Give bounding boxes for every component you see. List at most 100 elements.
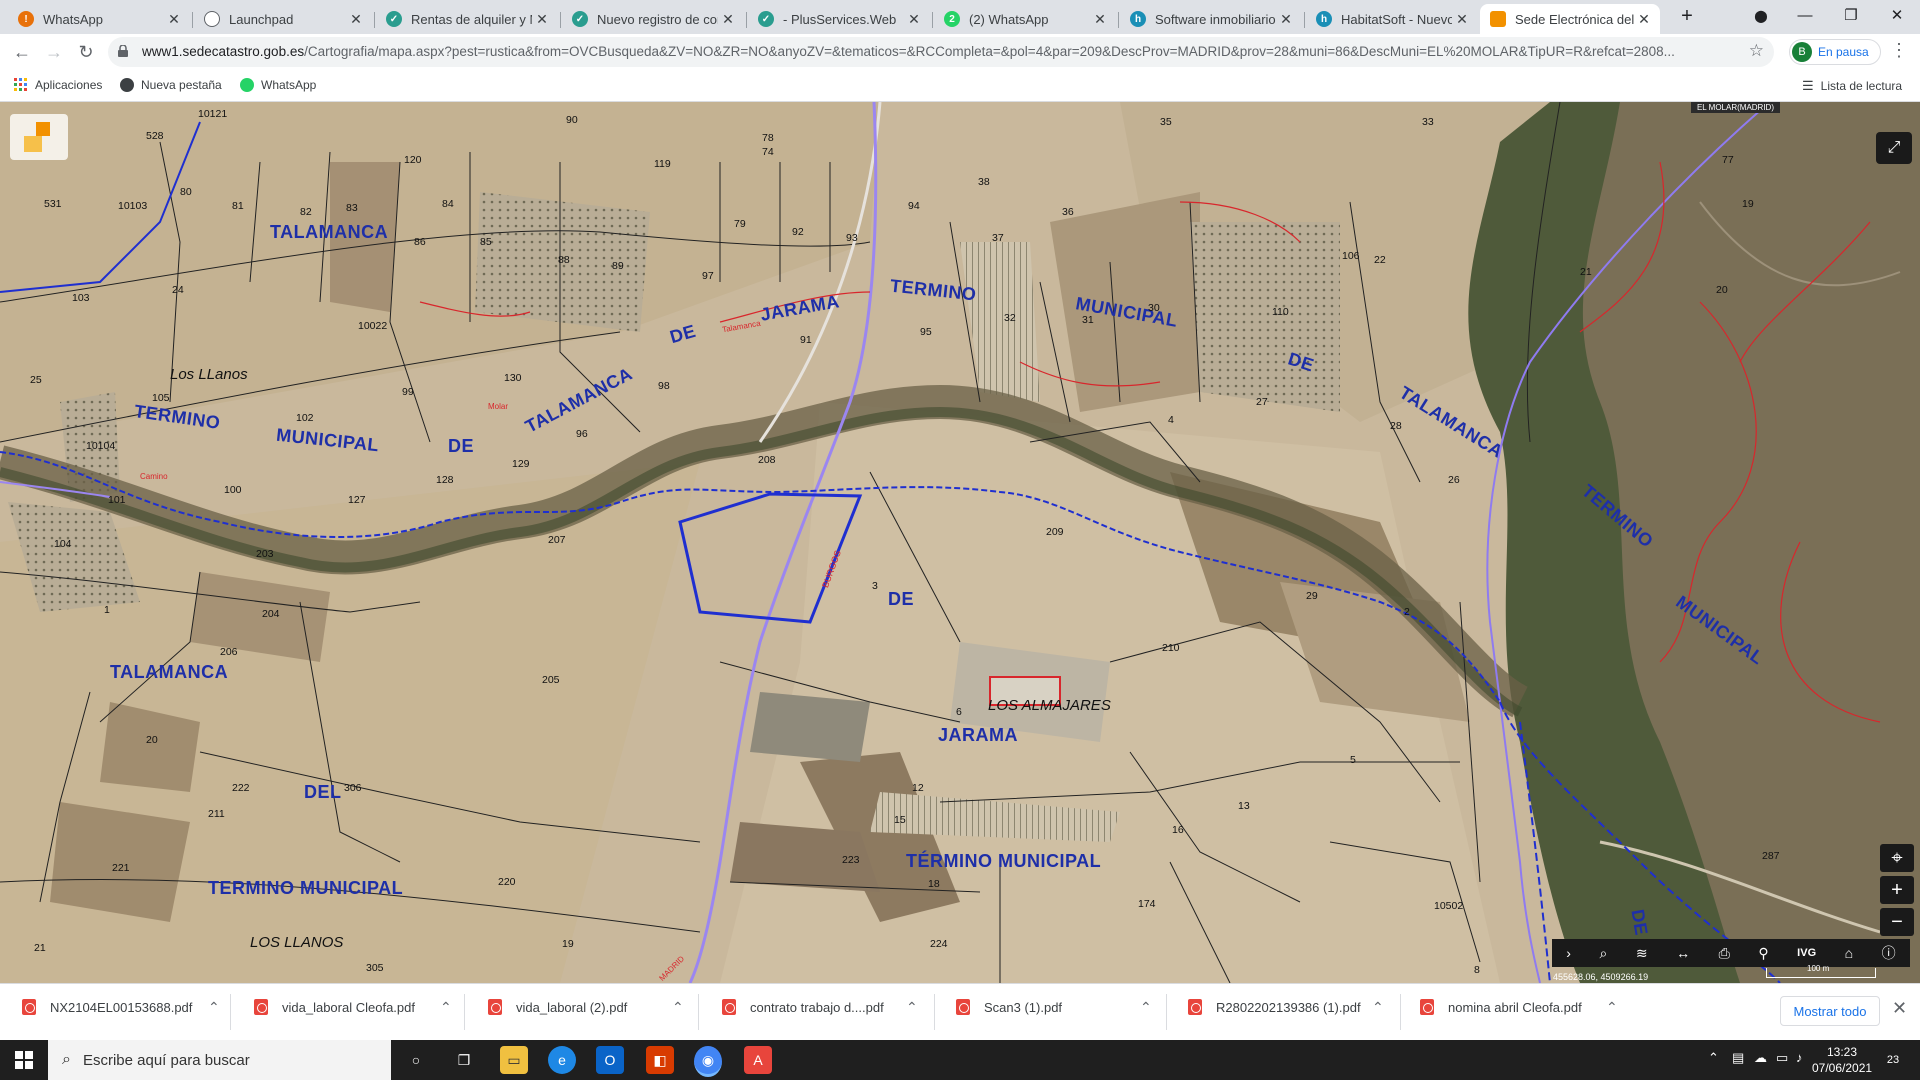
taskbar-search[interactable]: ⌕ Escribe aquí para buscar (48, 1040, 391, 1080)
close-tab-icon[interactable]: ✕ (1452, 11, 1472, 28)
minimize-button[interactable]: — (1782, 0, 1828, 34)
globe-icon (120, 78, 134, 92)
tab-habitatsoft[interactable]: h HabitatSoft - Nuevo in ✕ (1306, 4, 1478, 34)
habitatsoft-icon: h (1316, 11, 1332, 27)
tab-plusservices[interactable]: ✓ - PlusServices.Web ✕ (748, 4, 930, 34)
tab-whatsapp[interactable]: ! WhatsApp ✕ (8, 4, 190, 34)
ivg-icon[interactable]: IVG (1797, 947, 1816, 959)
volume-icon[interactable]: ♪ (1796, 1050, 1803, 1065)
forward-icon[interactable]: → (40, 38, 68, 66)
bookmark-label: WhatsApp (261, 78, 317, 92)
close-shelf-icon[interactable]: ✕ (1892, 998, 1907, 1019)
download-item[interactable]: vida_laboral (2).pdf ⌃ (488, 999, 684, 1015)
download-item[interactable]: contrato trabajo d....pdf ⌃ (722, 999, 918, 1015)
network-tray-icon[interactable]: ▤ (1732, 1050, 1744, 1066)
tab-software-inmobiliario[interactable]: h Software inmobiliario ✕ (1120, 4, 1302, 34)
close-tab-icon[interactable]: ✕ (718, 11, 738, 28)
display-tray-icon[interactable]: ▭ (1776, 1050, 1788, 1066)
download-item[interactable]: NX2104EL00153688.pdf ⌃ (22, 999, 220, 1015)
zoom-out-button[interactable]: − (1880, 908, 1914, 936)
outlook-icon[interactable]: O (596, 1046, 624, 1074)
locate-icon[interactable]: ⌖ (1880, 844, 1914, 872)
restore-button[interactable]: ❐ (1828, 0, 1874, 34)
cadastre-icon[interactable]: ⌂ (1845, 945, 1853, 961)
tab-separator (932, 12, 933, 28)
back-icon[interactable]: ← (8, 38, 36, 66)
windows-start-icon[interactable] (0, 1040, 48, 1080)
file-explorer-icon[interactable]: ▭ (500, 1046, 528, 1074)
region-label: EL MOLAR(MADRID) (1690, 102, 1780, 113)
zoom-icon[interactable]: ⌕ (1599, 945, 1607, 962)
chevron-up-icon[interactable]: ⌃ (1140, 999, 1152, 1016)
chevron-up-icon[interactable]: ⌃ (906, 999, 918, 1016)
cortana-icon[interactable]: ○ (402, 1046, 430, 1074)
tab-rentas[interactable]: ✓ Rentas de alquiler y M ✕ (376, 4, 558, 34)
streetview-icon[interactable]: ⚲ (1758, 945, 1768, 962)
reading-list[interactable]: ☰ Lista de lectura (1802, 78, 1902, 94)
address-bar[interactable]: www1.sedecatastro.gob.es/Cartografia/map… (108, 37, 1774, 67)
download-item[interactable]: Scan3 (1).pdf ⌃ (956, 999, 1152, 1015)
bookmark-apps[interactable]: Aplicaciones (14, 78, 102, 92)
acrobat-icon[interactable]: A (744, 1046, 772, 1074)
chevron-up-icon[interactable]: ⌃ (672, 999, 684, 1016)
bookmark-star-icon[interactable]: ☆ (1749, 41, 1764, 61)
tray-chevron-icon[interactable]: ⌃ (1708, 1050, 1719, 1066)
cadastral-map[interactable]: EL MOLAR(MADRID) ⤢ TALAMANCA DE JARAMA T… (0, 102, 1920, 983)
profile-button[interactable]: B En pausa (1789, 39, 1881, 65)
edge-icon[interactable]: e (548, 1046, 576, 1074)
close-tab-icon[interactable]: ✕ (1090, 11, 1110, 28)
reload-icon[interactable]: ↻ (72, 38, 100, 66)
catastro-logo[interactable] (10, 114, 68, 160)
tab-search-icon[interactable]: ⬤ (1738, 0, 1784, 34)
onedrive-icon[interactable]: ☁ (1754, 1050, 1767, 1066)
bookmark-new-tab[interactable]: Nueva pestaña (120, 78, 222, 92)
info-icon[interactable]: ⓘ (1882, 943, 1896, 963)
print-icon[interactable]: ⎙ (1719, 945, 1730, 962)
tab-label: Software inmobiliario (1155, 11, 1276, 27)
tab-launchpad[interactable]: Launchpad ✕ (194, 4, 372, 34)
download-item[interactable]: R2802202139386 (1).pdf ⌃ (1188, 999, 1384, 1015)
close-tab-icon[interactable]: ✕ (346, 11, 366, 28)
chevron-up-icon[interactable]: ⌃ (208, 999, 220, 1016)
tab-separator (746, 12, 747, 28)
show-all-downloads-button[interactable]: Mostrar todo (1780, 996, 1880, 1026)
more-menu-icon[interactable]: ⋮ (1890, 40, 1908, 61)
parcel-number: 97 (702, 270, 714, 282)
notification-count: 23 (1886, 1054, 1900, 1066)
tab-sede-catastro[interactable]: Sede Electrónica del C ✕ (1480, 4, 1660, 34)
download-separator (1400, 994, 1401, 1030)
parcel-number: 287 (1762, 850, 1780, 862)
download-item[interactable]: nomina abril Cleofa.pdf ⌃ (1420, 999, 1618, 1015)
close-tab-icon[interactable]: ✕ (1634, 11, 1654, 28)
tab-whatsapp-2[interactable]: 2 (2) WhatsApp ✕ (934, 4, 1116, 34)
office-icon[interactable]: ◧ (646, 1046, 674, 1074)
download-separator (1166, 994, 1167, 1030)
close-tab-icon[interactable]: ✕ (1276, 11, 1296, 28)
close-window-button[interactable]: ✕ (1874, 0, 1920, 34)
parcel-number: 120 (404, 154, 422, 166)
close-tab-icon[interactable]: ✕ (164, 11, 184, 28)
taskbar-clock[interactable]: 13:23 07/06/2021 (1812, 1044, 1872, 1076)
fullscreen-icon[interactable]: ⤢ (1876, 132, 1912, 164)
parcel-number: 110 (1272, 306, 1289, 318)
chrome-icon[interactable]: ◉ (694, 1046, 722, 1077)
task-view-icon[interactable]: ❐ (450, 1046, 478, 1074)
measure-icon[interactable]: ↔ (1676, 945, 1690, 961)
close-tab-icon[interactable]: ✕ (532, 11, 552, 28)
close-tab-icon[interactable]: ✕ (904, 11, 924, 28)
bookmark-whatsapp[interactable]: WhatsApp (240, 78, 316, 92)
chevron-up-icon[interactable]: ⌃ (1372, 999, 1384, 1016)
url-text[interactable]: www1.sedecatastro.gob.es/Cartografia/map… (142, 44, 1742, 59)
lock-icon[interactable] (118, 45, 128, 57)
parcel-number: 10121 (198, 108, 228, 120)
layers-icon[interactable]: ≋ (1636, 945, 1648, 962)
tab-nuevo-registro[interactable]: ✓ Nuevo registro de con ✕ (562, 4, 744, 34)
chevron-up-icon[interactable]: ⌃ (1606, 999, 1618, 1016)
zoom-in-button[interactable]: + (1880, 876, 1914, 904)
download-item[interactable]: vida_laboral Cleofa.pdf ⌃ (254, 999, 452, 1015)
new-tab-button[interactable]: + (1664, 0, 1710, 34)
next-icon[interactable]: › (1566, 945, 1571, 961)
notification-center[interactable]: 23 (1880, 1048, 1906, 1072)
chevron-up-icon[interactable]: ⌃ (440, 999, 452, 1016)
download-filename: R2802202139386 (1).pdf (1216, 999, 1361, 1015)
